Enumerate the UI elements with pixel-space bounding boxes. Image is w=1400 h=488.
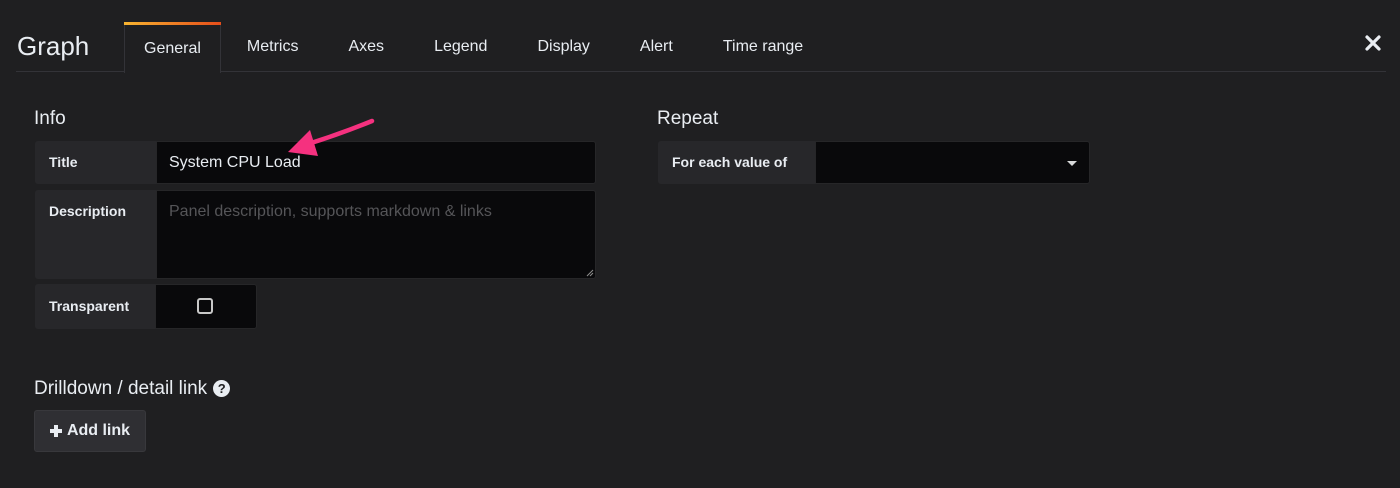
transparent-label: Transparent	[35, 284, 156, 329]
header-divider	[16, 71, 1386, 72]
tab-alert[interactable]: Alert	[616, 22, 697, 72]
repeat-variable-select[interactable]	[815, 141, 1090, 184]
tab-metrics[interactable]: Metrics	[223, 22, 323, 72]
close-icon[interactable]	[1364, 34, 1382, 52]
add-link-button[interactable]: Add link	[34, 410, 146, 452]
title-label: Title	[35, 141, 156, 184]
tab-legend[interactable]: Legend	[410, 22, 511, 72]
drilldown-title-text: Drilldown / detail link	[34, 378, 208, 399]
tab-axes[interactable]: Axes	[324, 22, 408, 72]
transparent-checkbox-container	[155, 284, 257, 329]
repeat-section-title: Repeat	[657, 108, 719, 129]
transparent-checkbox[interactable]	[197, 298, 213, 314]
drilldown-section-title: Drilldown / detail link?	[34, 377, 231, 401]
tab-general[interactable]: General	[124, 22, 221, 73]
annotation-arrow-icon	[288, 118, 375, 156]
panel-type-title: Graph	[17, 31, 90, 61]
description-label: Description	[35, 190, 156, 279]
resize-grip-icon[interactable]	[586, 269, 594, 277]
editor-tabs: General Metrics Axes Legend Display Aler…	[124, 22, 829, 73]
caret-down-icon	[1067, 161, 1077, 166]
for-each-value-label: For each value of	[658, 141, 815, 184]
add-link-label: Add link	[66, 422, 131, 439]
plus-icon	[49, 425, 62, 437]
tab-time-range[interactable]: Time range	[699, 22, 827, 72]
tab-display[interactable]: Display	[513, 22, 613, 72]
panel-editor-header: Graph General Metrics Axes Legend Displa…	[0, 0, 1400, 73]
question-circle-icon[interactable]: ?	[213, 380, 231, 397]
description-textarea[interactable]	[156, 190, 596, 279]
info-section-title: Info	[34, 108, 66, 129]
